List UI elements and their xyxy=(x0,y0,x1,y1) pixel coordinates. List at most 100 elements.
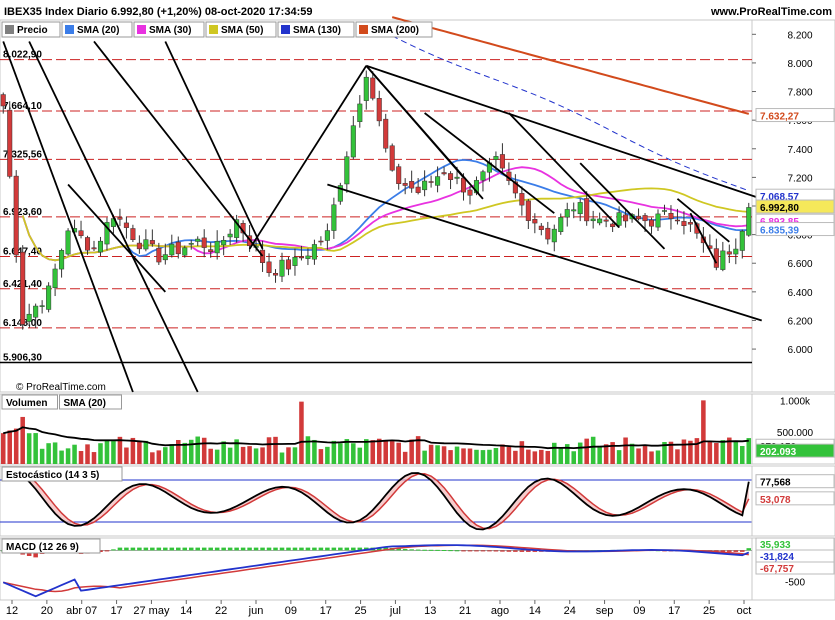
volume-bar xyxy=(402,451,408,464)
volume-bar xyxy=(740,445,745,464)
macd-histogram-bar xyxy=(312,547,317,551)
legend-swatch xyxy=(65,25,74,34)
candle-body xyxy=(610,223,616,228)
candle-body xyxy=(551,228,557,243)
candle-body xyxy=(59,250,65,270)
volume-bar xyxy=(376,438,382,464)
candle-body xyxy=(123,222,129,228)
candle-body xyxy=(467,189,473,196)
legend-label: SMA (200) xyxy=(371,25,419,36)
candle-body xyxy=(298,256,304,259)
volume-bar xyxy=(590,436,596,464)
candle-body xyxy=(383,118,389,149)
candle-body xyxy=(117,217,123,220)
macd-histogram-bar xyxy=(454,550,460,552)
candle-body xyxy=(221,239,227,246)
macd-histogram-bar xyxy=(117,547,123,551)
legend-label: SMA (20) xyxy=(77,25,119,36)
candle-body xyxy=(331,204,337,231)
volume-bar xyxy=(91,452,97,464)
price-tick-label: 6.600 xyxy=(787,259,812,270)
candle-body xyxy=(363,76,369,101)
macd-histogram-bar xyxy=(415,549,421,551)
legend-swatch xyxy=(5,25,14,34)
candle-body xyxy=(597,218,603,224)
site-label: www.ProRealTime.com xyxy=(710,6,832,18)
x-tick-label: sep xyxy=(596,605,614,617)
volume-bar xyxy=(253,448,259,464)
x-tick-label: 21 xyxy=(459,605,471,617)
candle-body xyxy=(499,154,505,169)
candle-body xyxy=(584,198,590,222)
macd-histogram-bar xyxy=(195,547,200,551)
volume-bar xyxy=(98,443,103,464)
volume-tick-label: 500.000 xyxy=(777,428,814,439)
candle-body xyxy=(661,210,668,212)
legend-label: SMA (50) xyxy=(221,25,263,36)
volume-bar xyxy=(39,448,45,464)
x-tick-label: abr 07 xyxy=(66,605,97,617)
volume-bar xyxy=(305,436,311,464)
volume-bar xyxy=(506,446,512,464)
price-tick-label: 6.400 xyxy=(787,288,812,299)
trading-chart: IBEX35 Index Diario 6.992,80 (+1,20%) 08… xyxy=(0,0,835,620)
macd-histogram-bar xyxy=(240,547,246,551)
volume-bar xyxy=(409,439,414,464)
x-tick-label: oct xyxy=(737,605,752,617)
volume-panel: 1.000k500.000VolumenSMA (20)279.159202.0… xyxy=(0,393,835,465)
candle-body xyxy=(52,268,58,289)
price-tick-label: 6.000 xyxy=(787,345,812,356)
candle-body xyxy=(266,261,272,273)
candle-body xyxy=(91,247,97,250)
volume-bar xyxy=(422,450,427,464)
macd-histogram-bar xyxy=(526,550,531,552)
candle-body xyxy=(84,237,91,251)
volume-bar xyxy=(461,448,466,464)
macd-histogram-bar xyxy=(273,547,278,551)
macd-histogram-bar xyxy=(467,550,473,552)
candle-body xyxy=(357,103,363,122)
volume-bar xyxy=(299,401,304,464)
macd-histogram-bar xyxy=(325,547,330,551)
volume-bar xyxy=(59,450,64,464)
volume-bar xyxy=(201,437,207,464)
stochastic-value-label: 53,078 xyxy=(760,495,791,506)
macd-histogram-bar xyxy=(182,547,188,551)
candle-body xyxy=(20,251,26,325)
candle-body xyxy=(590,218,596,222)
candle-body xyxy=(201,237,207,248)
x-tick-label: 12 xyxy=(6,605,18,617)
volume-bar xyxy=(72,444,77,464)
macd-histogram-bar xyxy=(253,547,259,551)
volume-bar xyxy=(331,440,337,464)
volume-bar xyxy=(292,447,298,464)
macd-histogram-bar xyxy=(208,547,213,551)
volume-bar xyxy=(46,443,51,464)
candle-body xyxy=(668,213,674,219)
macd-histogram-bar xyxy=(409,549,414,551)
macd-histogram-bar xyxy=(441,549,447,551)
candle-body xyxy=(571,209,577,212)
price-panel: 8.2008.0007.8007.6007.4007.2007.0006.800… xyxy=(0,16,835,393)
volume-bar xyxy=(441,446,447,464)
price-panel-frame xyxy=(0,19,835,393)
volume-bar xyxy=(389,441,395,464)
volume-bar xyxy=(182,442,188,464)
volume-bar xyxy=(7,430,12,464)
legend-swatch xyxy=(359,25,368,34)
macd-histogram-bar xyxy=(461,550,466,552)
volume-bar xyxy=(325,446,330,464)
volume-bar xyxy=(338,443,343,464)
volume-bar xyxy=(513,450,518,464)
volume-bar xyxy=(111,441,116,464)
volume-bar xyxy=(65,448,71,464)
volume-bar xyxy=(208,448,213,464)
candle-body xyxy=(636,215,642,220)
volume-bar xyxy=(642,444,648,464)
volume-legend-label: SMA (20) xyxy=(64,398,106,409)
candle-body xyxy=(493,156,499,160)
candle-body xyxy=(525,200,531,221)
candle-body xyxy=(648,219,655,227)
legend-label: SMA (130) xyxy=(293,25,341,36)
candle-body xyxy=(460,177,467,193)
